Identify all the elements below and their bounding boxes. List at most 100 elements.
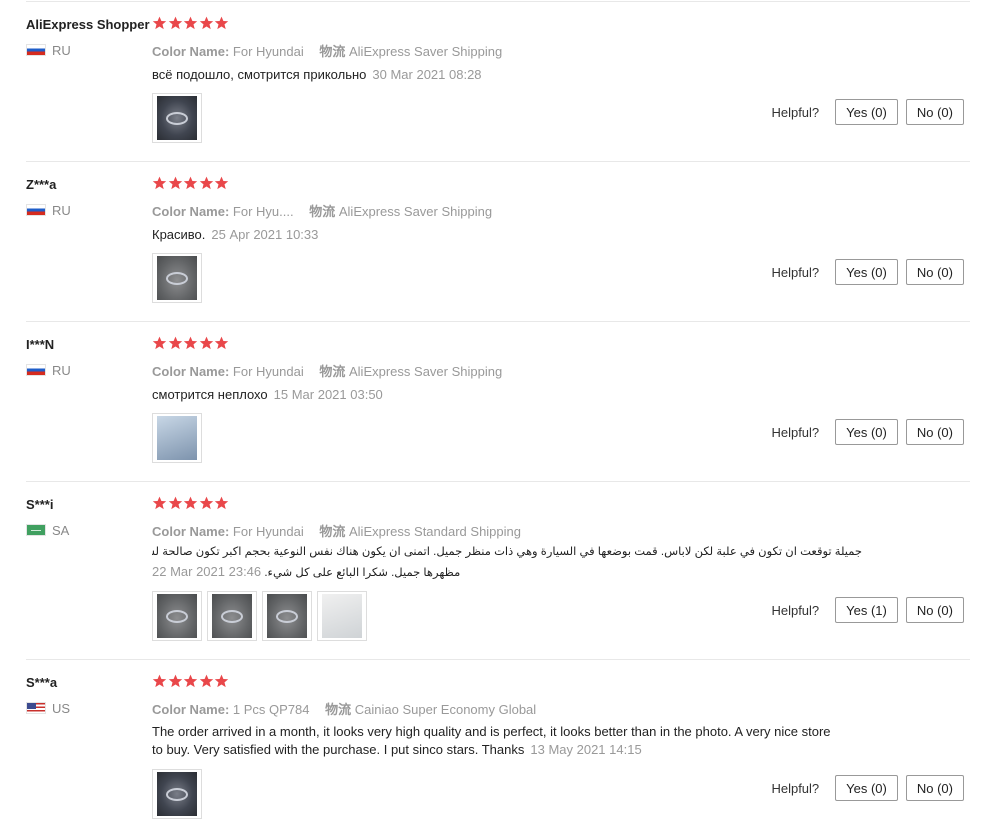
star-icon: [168, 176, 183, 190]
review-photos: [152, 413, 202, 463]
star-rating: [152, 674, 230, 688]
star-icon: [152, 336, 167, 350]
helpful-yes-button[interactable]: Yes (0): [835, 259, 898, 285]
star-icon: [152, 176, 167, 190]
star-rating: [152, 496, 230, 510]
review-meta: Color Name: For Hyundai 物流 AliExpress Sa…: [152, 361, 502, 380]
review-photos: [152, 769, 202, 819]
review-photo[interactable]: [152, 413, 202, 463]
reviewer-name: I***N: [26, 337, 55, 352]
helpful-label: Helpful?: [771, 424, 820, 440]
review-meta: Color Name: For Hyundai 物流 AliExpress Sa…: [152, 41, 502, 60]
review-item: Z***a RU Color Name: For Hyu.... 物流 AliE…: [26, 161, 970, 321]
review-photo[interactable]: [152, 253, 202, 303]
review-date: 22 Mar 2021 23:46: [152, 564, 262, 579]
shipping-value: AliExpress Saver Shipping: [349, 44, 503, 59]
reviewer-country: US: [26, 701, 70, 716]
color-name-value: For Hyundai: [232, 524, 304, 539]
reviewer-country: RU: [26, 362, 71, 378]
country-code: SA: [52, 522, 70, 538]
reviewer-country: RU: [26, 42, 71, 58]
color-name-label: Color Name:: [152, 364, 230, 379]
review-photo[interactable]: [207, 591, 257, 641]
helpful-yes-button[interactable]: Yes (0): [835, 419, 898, 445]
review-item: S***i SA Color Name: For Hyundai 物流 AliE…: [26, 481, 970, 659]
helpful-yes-button[interactable]: Yes (0): [835, 775, 898, 801]
shipping-value: AliExpress Saver Shipping: [349, 364, 503, 379]
helpful-no-button[interactable]: No (0): [905, 775, 964, 801]
review-meta: Color Name: For Hyundai 物流 AliExpress St…: [152, 521, 521, 540]
review-body-line: The order arrived in a month, it looks v…: [152, 724, 831, 739]
shipping-label: 物流: [319, 364, 346, 379]
reviewer-name: Z***a: [26, 177, 57, 192]
star-icon: [152, 16, 167, 30]
review-body-line: to buy. Very satisfied with the purchase…: [152, 742, 525, 757]
shipping-label: 物流: [309, 204, 336, 219]
review-photo[interactable]: [262, 591, 312, 641]
review-photo[interactable]: [152, 591, 202, 641]
review-item: I***N RU Color Name: For Hyundai 物流 AliE…: [26, 321, 970, 481]
review-body: всё подошло, смотрится прикольно: [152, 67, 367, 82]
color-name-value: 1 Pcs QP784: [232, 702, 310, 717]
review-body-line: جميلة توقعت ان تكون في علبة لكن لاباس. ق…: [152, 546, 862, 558]
star-icon: [183, 336, 198, 350]
shipping-value: AliExpress Saver Shipping: [338, 204, 493, 219]
review-text: Красиво. 25 Apr 2021 10:33: [152, 226, 318, 244]
color-name-value: For Hyundai: [232, 44, 304, 59]
star-icon: [168, 674, 183, 688]
star-icon: [168, 496, 183, 510]
country-code: RU: [52, 202, 71, 218]
star-icon: [199, 16, 214, 30]
review-text: всё подошло, смотрится прикольно 30 Mar 2…: [152, 66, 482, 84]
review-date: 25 Apr 2021 10:33: [211, 227, 319, 242]
reviewer-name: S***a: [26, 675, 58, 690]
review-photos: [152, 591, 367, 641]
star-icon: [214, 176, 229, 190]
review-body-line: مظهرها جميل. شكرا البائع على كل شيء.: [264, 567, 461, 579]
russia-flag-icon: [26, 364, 46, 376]
star-icon: [199, 496, 214, 510]
review-text: The order arrived in a month, it looks v…: [152, 723, 912, 759]
star-icon: [183, 16, 198, 30]
reviewer-country: RU: [26, 202, 71, 218]
helpful-votes: Helpful? Yes (0) No (0): [771, 419, 964, 445]
star-icon: [214, 674, 229, 688]
color-name-label: Color Name:: [152, 44, 230, 59]
color-name-label: Color Name:: [152, 702, 230, 717]
helpful-votes: Helpful? Yes (0) No (0): [771, 259, 964, 285]
country-code: RU: [52, 362, 71, 378]
helpful-no-button[interactable]: No (0): [905, 419, 964, 445]
helpful-votes: Helpful? Yes (0) No (0): [771, 99, 964, 125]
helpful-votes: Helpful? Yes (1) No (0): [771, 597, 964, 623]
shipping-value: Cainiao Super Economy Global: [354, 702, 537, 717]
star-icon: [199, 674, 214, 688]
helpful-votes: Helpful? Yes (0) No (0): [771, 775, 964, 801]
shipping-value: AliExpress Standard Shipping: [349, 524, 521, 539]
review-photos: [152, 93, 202, 143]
helpful-yes-button[interactable]: Yes (0): [835, 99, 898, 125]
helpful-no-button[interactable]: No (0): [905, 259, 964, 285]
star-icon: [168, 336, 183, 350]
helpful-no-button[interactable]: No (0): [905, 99, 964, 125]
review-date: 15 Mar 2021 03:50: [273, 387, 383, 402]
reviewer-country: SA: [26, 522, 70, 538]
review-item: AliExpress Shopper RU Color Name: For Hy…: [26, 1, 970, 161]
reviewer-name: S***i: [26, 497, 54, 512]
review-photos: [152, 253, 202, 303]
star-icon: [152, 674, 167, 688]
star-icon: [214, 496, 229, 510]
review-photo[interactable]: [317, 591, 367, 641]
helpful-label: Helpful?: [771, 104, 820, 120]
review-date: 13 May 2021 14:15: [530, 742, 642, 757]
review-item: S***a US Color Name: 1 Pcs QP784 物流 Cain…: [26, 659, 970, 824]
russia-flag-icon: [26, 44, 46, 56]
helpful-no-button[interactable]: No (0): [905, 597, 964, 623]
star-icon: [183, 674, 198, 688]
helpful-yes-button[interactable]: Yes (1): [835, 597, 898, 623]
review-body: смотрится неплохо: [152, 387, 268, 402]
country-code: RU: [52, 42, 71, 58]
review-photo[interactable]: [152, 769, 202, 819]
review-photo[interactable]: [152, 93, 202, 143]
star-icon: [214, 336, 229, 350]
usa-flag-icon: [26, 702, 46, 714]
